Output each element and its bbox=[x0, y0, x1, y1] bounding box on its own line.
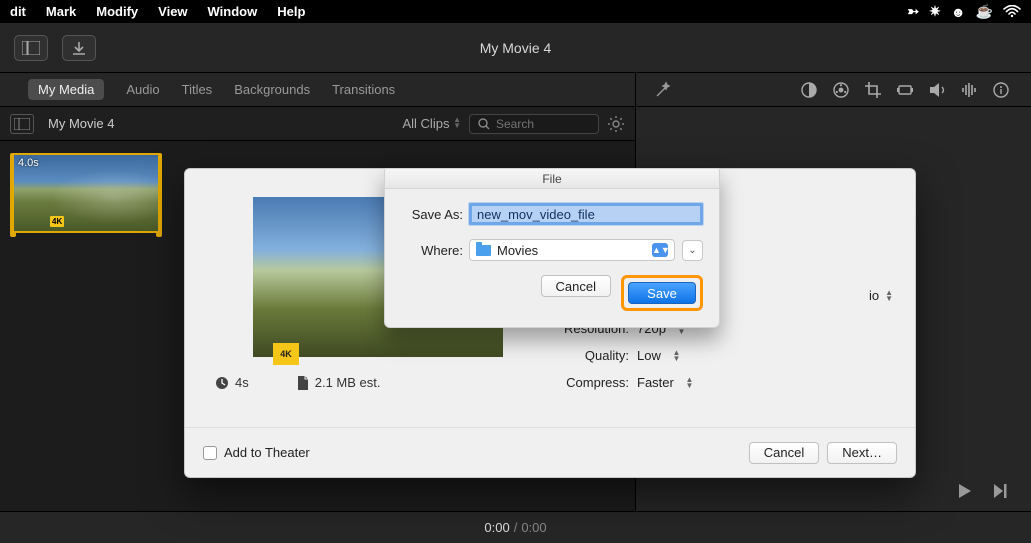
search-icon bbox=[478, 118, 490, 130]
save-button-highlight: Save bbox=[621, 275, 703, 311]
quality-label: Quality: bbox=[539, 348, 629, 363]
crop-icon[interactable] bbox=[863, 80, 883, 100]
clip-4k-badge: 4K bbox=[50, 216, 64, 227]
settings-gear-icon[interactable] bbox=[607, 115, 625, 133]
preview-4k-badge: 4K bbox=[273, 343, 299, 365]
media-tabs: My Media Audio Titles Backgrounds Transi… bbox=[0, 73, 635, 107]
folder-icon bbox=[476, 245, 491, 256]
tab-titles[interactable]: Titles bbox=[182, 82, 213, 97]
file-icon bbox=[297, 376, 309, 390]
media-clip[interactable]: 4.0s 4K bbox=[12, 153, 160, 233]
where-select[interactable]: Movies ▲▼ bbox=[469, 239, 675, 261]
export-cancel-button[interactable]: Cancel bbox=[749, 442, 819, 464]
tray-icon[interactable]: ☻ bbox=[951, 4, 966, 20]
save-button[interactable]: Save bbox=[628, 282, 696, 304]
total-time: 0:00 bbox=[521, 520, 546, 535]
save-as-label: Save As: bbox=[401, 207, 463, 222]
menu-item-help[interactable]: Help bbox=[277, 4, 305, 19]
viewer-toolbar bbox=[636, 73, 1031, 107]
project-title: My Movie 4 bbox=[96, 40, 935, 56]
color-wheel-icon[interactable] bbox=[831, 80, 851, 100]
save-dialog-title: File bbox=[385, 169, 719, 189]
clip-duration: 4.0s bbox=[18, 157, 39, 169]
expand-dialog-button[interactable]: ⌄ bbox=[682, 240, 703, 261]
menu-bar: dit Mark Modify View Window Help ➳ ✷ ☻ ☕ bbox=[0, 0, 1031, 23]
tab-my-media[interactable]: My Media bbox=[28, 79, 104, 100]
save-cancel-button[interactable]: Cancel bbox=[541, 275, 611, 297]
toolbar-library-button[interactable] bbox=[14, 35, 48, 61]
menu-item-edit[interactable]: dit bbox=[10, 4, 26, 19]
timeline-footer: 0:00 / 0:00 bbox=[0, 511, 1031, 543]
preview-size: 2.1 MB est. bbox=[297, 375, 381, 390]
menu-item-modify[interactable]: Modify bbox=[96, 4, 138, 19]
where-label: Where: bbox=[401, 243, 463, 258]
library-header: My Movie 4 All Clips ▲▼ bbox=[0, 107, 635, 141]
add-to-theater-checkbox[interactable]: Add to Theater bbox=[203, 445, 310, 460]
stabilize-icon[interactable] bbox=[895, 80, 915, 100]
tab-transitions[interactable]: Transitions bbox=[332, 82, 395, 97]
skip-forward-icon[interactable] bbox=[991, 482, 1009, 500]
menu-item-view[interactable]: View bbox=[158, 4, 187, 19]
play-icon[interactable] bbox=[955, 482, 973, 500]
wifi-icon[interactable] bbox=[1003, 5, 1021, 18]
clip-scope-select[interactable]: All Clips ▲▼ bbox=[402, 116, 461, 131]
menu-item-mark[interactable]: Mark bbox=[46, 4, 76, 19]
quality-select[interactable]: Low ▲▼ bbox=[637, 348, 680, 363]
playhead-time: 0:00 bbox=[484, 520, 509, 535]
export-next-button[interactable]: Next… bbox=[827, 442, 897, 464]
library-project-name[interactable]: My Movie 4 bbox=[48, 116, 402, 131]
chevron-updown-icon: ▲▼ bbox=[652, 243, 668, 257]
system-tray: ➳ ✷ ☻ ☕ bbox=[907, 3, 1021, 20]
tray-icon[interactable]: ☕ bbox=[976, 3, 993, 20]
tray-icon[interactable]: ✷ bbox=[929, 3, 941, 20]
tab-audio[interactable]: Audio bbox=[126, 82, 159, 97]
window-toolbar: My Movie 4 bbox=[0, 23, 1031, 73]
volume-icon[interactable] bbox=[927, 80, 947, 100]
magic-wand-icon[interactable] bbox=[654, 81, 672, 99]
info-icon[interactable] bbox=[991, 80, 1011, 100]
color-balance-icon[interactable] bbox=[799, 80, 819, 100]
compress-label: Compress: bbox=[539, 375, 629, 390]
preview-duration: 4s bbox=[215, 375, 249, 390]
save-as-input[interactable] bbox=[469, 203, 703, 225]
menu-item-window[interactable]: Window bbox=[208, 4, 258, 19]
search-field[interactable] bbox=[469, 114, 599, 134]
sidebar-toggle-button[interactable] bbox=[10, 114, 34, 134]
add-to-theater-label: Add to Theater bbox=[224, 445, 310, 460]
search-input[interactable] bbox=[496, 117, 586, 131]
export-format-select[interactable]: io bbox=[869, 288, 879, 303]
noise-reduction-icon[interactable] bbox=[959, 80, 979, 100]
compress-select[interactable]: Faster ▲▼ bbox=[637, 375, 693, 390]
tray-icon[interactable]: ➳ bbox=[907, 3, 919, 20]
clock-icon bbox=[215, 376, 229, 390]
toolbar-import-button[interactable] bbox=[62, 35, 96, 61]
save-dialog: File Save As: Where: Movies ▲▼ ⌄ Cancel … bbox=[384, 168, 720, 328]
tab-backgrounds[interactable]: Backgrounds bbox=[234, 82, 310, 97]
